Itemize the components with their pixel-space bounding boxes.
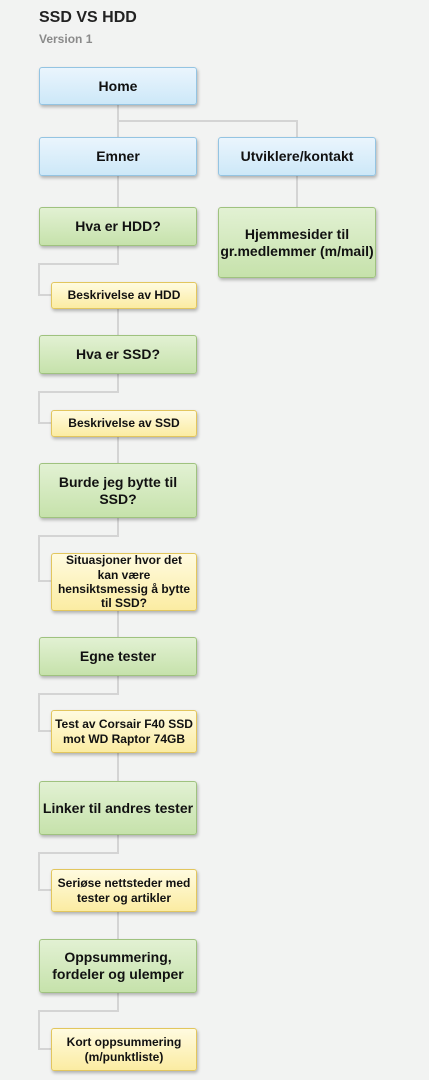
node-hjemmesider[interactable]: Hjemmesider til gr.medlemmer (m/mail) — [218, 207, 376, 278]
node-kort-oppsummering[interactable]: Kort oppsummering (m/punktliste) — [51, 1028, 197, 1071]
node-beskrivelse-hdd[interactable]: Beskrivelse av HDD — [51, 282, 197, 309]
node-linker[interactable]: Linker til andres tester — [39, 781, 197, 835]
node-home[interactable]: Home — [39, 67, 197, 105]
node-kort-oppsummering-label: Kort oppsummering (m/punktliste) — [66, 1035, 182, 1064]
node-beskrivelse-ssd-label: Beskrivelse av SSD — [68, 416, 180, 431]
node-beskrivelse-hdd-label: Beskrivelse av HDD — [67, 288, 181, 303]
node-seriose-nettsteder-label: Seriøse nettsteder med tester og artikle… — [57, 876, 191, 905]
node-situasjoner-label: Situasjoner hvor det kan være hensiktsme… — [57, 553, 191, 611]
node-utviklere-kontakt[interactable]: Utviklere/kontakt — [218, 137, 376, 176]
node-linker-label: Linker til andres tester — [42, 799, 194, 816]
node-egne-tester-label: Egne tester — [79, 648, 157, 665]
node-home-label: Home — [98, 77, 138, 94]
node-hva-er-hdd-label: Hva er HDD? — [75, 218, 161, 235]
node-burde-bytte-label: Burde jeg bytte til SSD? — [58, 473, 178, 507]
node-test-corsair-label: Test av Corsair F40 SSD mot WD Raptor 74… — [55, 717, 193, 746]
node-utviklere-kontakt-label: Utviklere/kontakt — [240, 148, 354, 165]
node-oppsummering[interactable]: Oppsummering, fordeler og ulemper — [39, 939, 197, 993]
node-seriose-nettsteder[interactable]: Seriøse nettsteder med tester og artikle… — [51, 869, 197, 912]
node-oppsummering-label: Oppsummering, fordeler og ulemper — [52, 949, 184, 982]
node-hva-er-ssd[interactable]: Hva er SSD? — [39, 335, 197, 374]
node-hjemmesider-label: Hjemmesider til gr.medlemmer (m/mail) — [220, 225, 374, 259]
node-hva-er-ssd-label: Hva er SSD? — [75, 346, 161, 363]
node-beskrivelse-ssd[interactable]: Beskrivelse av SSD — [51, 410, 197, 437]
node-burde-bytte[interactable]: Burde jeg bytte til SSD? — [39, 463, 197, 518]
node-emner-label: Emner — [96, 148, 140, 165]
node-egne-tester[interactable]: Egne tester — [39, 637, 197, 676]
node-hva-er-hdd[interactable]: Hva er HDD? — [39, 207, 197, 246]
node-emner[interactable]: Emner — [39, 137, 197, 176]
node-situasjoner[interactable]: Situasjoner hvor det kan være hensiktsme… — [51, 553, 197, 611]
node-test-corsair[interactable]: Test av Corsair F40 SSD mot WD Raptor 74… — [51, 710, 197, 753]
